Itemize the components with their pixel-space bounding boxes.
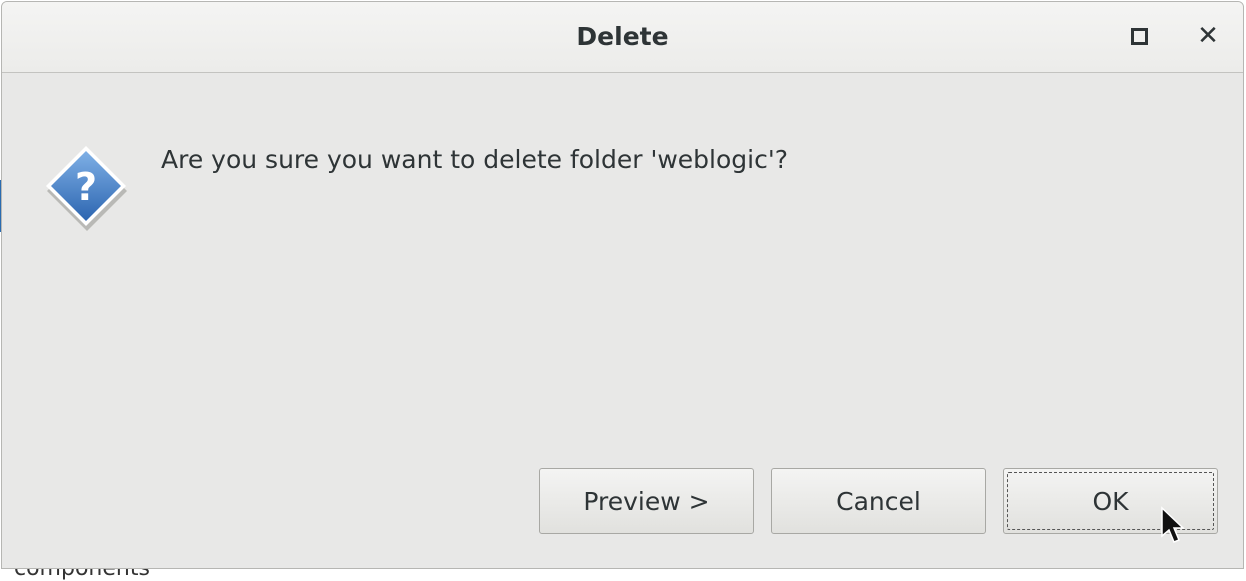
close-icon: ✕ xyxy=(1197,21,1219,51)
ok-button[interactable]: OK xyxy=(1003,468,1218,534)
cancel-button[interactable]: Cancel xyxy=(771,468,986,534)
dialog-titlebar[interactable]: Delete ✕ xyxy=(2,2,1243,73)
svg-text:?: ? xyxy=(75,165,97,209)
maximize-icon xyxy=(1130,27,1148,45)
ok-button-label: OK xyxy=(1092,486,1129,516)
preview-button[interactable]: Preview > xyxy=(539,468,754,534)
close-button[interactable]: ✕ xyxy=(1190,18,1226,54)
dialog-title: Delete xyxy=(576,22,669,51)
confirmation-message: Are you sure you want to delete folder '… xyxy=(161,145,788,174)
delete-dialog: Delete ✕ ? Are you sure you want to dele… xyxy=(1,1,1244,569)
maximize-button[interactable] xyxy=(1121,18,1157,54)
question-icon: ? xyxy=(46,146,127,231)
